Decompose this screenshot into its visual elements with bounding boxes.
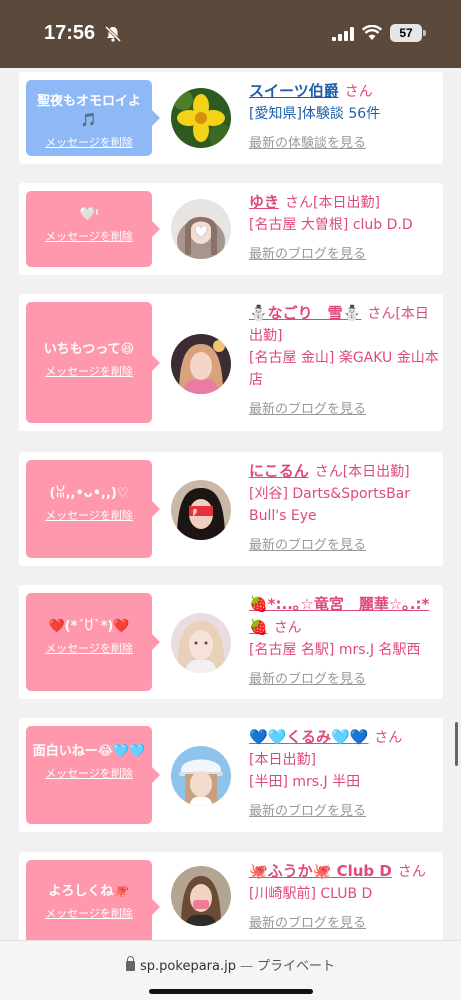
avatar-girl[interactable] [171,746,231,806]
name-line: 🐙ふうか🐙 Club D さん [249,860,439,883]
honorific: さん [285,195,314,211]
message-text: いちもつって😆 [43,342,135,357]
message-text: よろしくね🐙 [48,884,130,899]
wifi-icon [362,25,382,40]
delete-message-link[interactable]: メッセージを削除 [26,228,152,244]
status-bar: 17:56 57 [0,0,461,68]
card-info: 💙🩵くるみ🩵💙 さん [本日出勤] [半田] mrs.J 半田 最新のブログを見る [249,726,439,823]
avatar-flower[interactable] [171,88,231,148]
message-card: 聖夜もオモロイよ🎵 メッセージを削除 スイーツ伯爵 さん [愛知県]体験談 56件… [19,72,443,164]
shop-detail: [川崎駅前] CLUB D [249,886,373,902]
reviewer-name-link[interactable]: スイーツ伯爵 [249,82,339,100]
card-info: にこるん さん[本日出勤] [刈谷] Darts&SportsBar Bull's… [249,460,439,557]
girl-name-link[interactable]: にこるん [249,462,309,480]
attendance-badge: [本日出勤] [313,195,380,211]
home-indicator[interactable] [149,989,313,994]
name-line: にこるん さん[本日出勤] [249,460,439,483]
status-time: 17:56 [44,22,96,44]
avatar-girl[interactable] [171,199,231,259]
latest-review-link[interactable]: 最新の体験談を見る [249,133,439,155]
latest-blog-link[interactable]: 最新のブログを見る [249,399,439,421]
girl-name-link[interactable]: 💙🩵くるみ🩵💙 [249,728,368,746]
message-card: ❤️(*´ꇴ`*)❤️ メッセージを削除 🍓*:..｡☆竜宮 麗華☆｡.:*🍓 さ… [19,585,443,699]
message-text: 聖夜もオモロイよ🎵 [36,94,141,128]
cellular-signal-icon [332,27,354,41]
battery-indicator: 57 [390,24,422,42]
card-info: スイーツ伯爵 さん [愛知県]体験談 56件 最新の体験談を見る [249,80,439,155]
avatar-girl[interactable] [171,613,231,673]
message-bubble: ❤️(*´ꇴ`*)❤️ メッセージを削除 [26,593,160,691]
card-info: ⛄なごり 雪⛄ さん[本日出勤] [名古屋 金山] 楽GAKU 金山本店 最新のブ… [249,302,439,421]
name-line: ⛄なごり 雪⛄ さん[本日出勤] [249,302,439,347]
message-bubble: (ꈍ,,•ᴗ•,,)♡ メッセージを削除 [26,460,160,558]
name-line: 💙🩵くるみ🩵💙 さん [249,726,439,749]
lock-icon [126,956,136,971]
url-separator: — [239,959,253,974]
battery-tip [423,30,426,36]
message-bubble: 🤍ᵎ メッセージを削除 [26,191,160,267]
delete-message-link[interactable]: メッセージを削除 [26,640,152,656]
latest-blog-link[interactable]: 最新のブログを見る [249,535,439,557]
attendance-badge: [本日出勤] [249,752,316,768]
shop-detail: [刈谷] Darts&SportsBar Bull's Eye [249,486,411,524]
shop-detail: [半田] mrs.J 半田 [249,774,361,790]
shop-detail: [名古屋 金山] 楽GAKU 金山本店 [249,350,439,388]
message-list[interactable]: 聖夜もオモロイよ🎵 メッセージを削除 スイーツ伯爵 さん [愛知県]体験談 56件… [0,68,461,940]
bell-off-icon [104,25,122,43]
message-bubble: 聖夜もオモロイよ🎵 メッセージを削除 [26,80,160,156]
message-text: 面白いねー😂🩵🩵 [32,744,146,759]
honorific: さん [367,306,396,322]
shop-detail: [名古屋 名駅] mrs.J 名駅西 [249,642,421,658]
avatar-girl[interactable] [171,334,231,394]
name-line: ゆき さん[本日出勤] [249,191,439,214]
url-line[interactable]: sp.pokepara.jp — プライベート [0,955,461,974]
message-text: (ꈍ,,•ᴗ•,,)♡ [49,486,129,501]
url-text: sp.pokepara.jp [140,959,236,974]
delete-message-link[interactable]: メッセージを削除 [26,363,152,379]
honorific: さん [273,620,302,636]
card-info: 🐙ふうか🐙 Club D さん [川崎駅前] CLUB D 最新のブログを見る [249,860,439,935]
girl-name-link[interactable]: 🐙ふうか🐙 Club D [249,862,392,880]
latest-blog-link[interactable]: 最新のブログを見る [249,913,439,935]
honorific: さん [374,730,403,746]
latest-blog-link[interactable]: 最新のブログを見る [249,244,439,266]
honorific: さん [344,84,373,100]
name-line: 🍓*:..｡☆竜宮 麗華☆｡.:*🍓 さん [249,593,439,639]
browser-address-bar[interactable]: sp.pokepara.jp — プライベート [0,940,461,1000]
message-card: 🤍ᵎ メッセージを削除 ゆき さん[本日出勤] [名古屋 大曽根] club D.… [19,183,443,275]
girl-name-link[interactable]: ゆき [249,193,279,211]
latest-blog-link[interactable]: 最新のブログを見る [249,669,439,691]
message-card: (ꈍ,,•ᴗ•,,)♡ メッセージを削除 にこるん さん[本日出勤] [刈谷] D… [19,452,443,566]
delete-message-link[interactable]: メッセージを削除 [26,134,152,150]
message-text: ❤️(*´ꇴ`*)❤️ [48,619,130,634]
message-bubble: いちもつって😆 メッセージを削除 [26,302,160,423]
latest-blog-link[interactable]: 最新のブログを見る [249,801,439,823]
honorific: さん [314,464,343,480]
avatar-girl[interactable] [171,866,231,926]
scroll-indicator[interactable] [455,722,458,766]
message-card: 面白いねー😂🩵🩵 メッセージを削除 💙🩵くるみ🩵💙 さん [本日出勤] [半田] … [19,718,443,832]
message-bubble: 面白いねー😂🩵🩵 メッセージを削除 [26,726,160,824]
delete-message-link[interactable]: メッセージを削除 [26,507,152,523]
girl-name-link[interactable]: ⛄なごり 雪⛄ [249,304,361,322]
message-text: 🤍ᵎ [79,207,99,222]
message-bubble: よろしくね🐙 メッセージを削除 [26,860,160,940]
message-card: よろしくね🐙 メッセージを削除 🐙ふうか🐙 Club D さん [川崎駅前] CL… [19,852,443,940]
message-card: いちもつって😆 メッセージを削除 ⛄なごり 雪⛄ さん[本日出勤] [名古屋 金山… [19,294,443,431]
delete-message-link[interactable]: メッセージを削除 [26,765,152,781]
shop-detail: [名古屋 大曽根] club D.D [249,217,413,233]
delete-message-link[interactable]: メッセージを削除 [26,905,152,921]
card-info: ゆき さん[本日出勤] [名古屋 大曽根] club D.D 最新のブログを見る [249,191,439,266]
private-mode-label: プライベート [256,959,335,974]
honorific: さん [397,864,426,880]
name-line: スイーツ伯爵 さん [249,80,439,103]
card-info: 🍓*:..｡☆竜宮 麗華☆｡.:*🍓 さん [名古屋 名駅] mrs.J 名駅西 … [249,593,439,691]
shop-detail: [愛知県]体験談 56件 [249,106,381,122]
attendance-badge: [本日出勤] [342,464,410,480]
avatar-girl[interactable] [171,480,231,540]
